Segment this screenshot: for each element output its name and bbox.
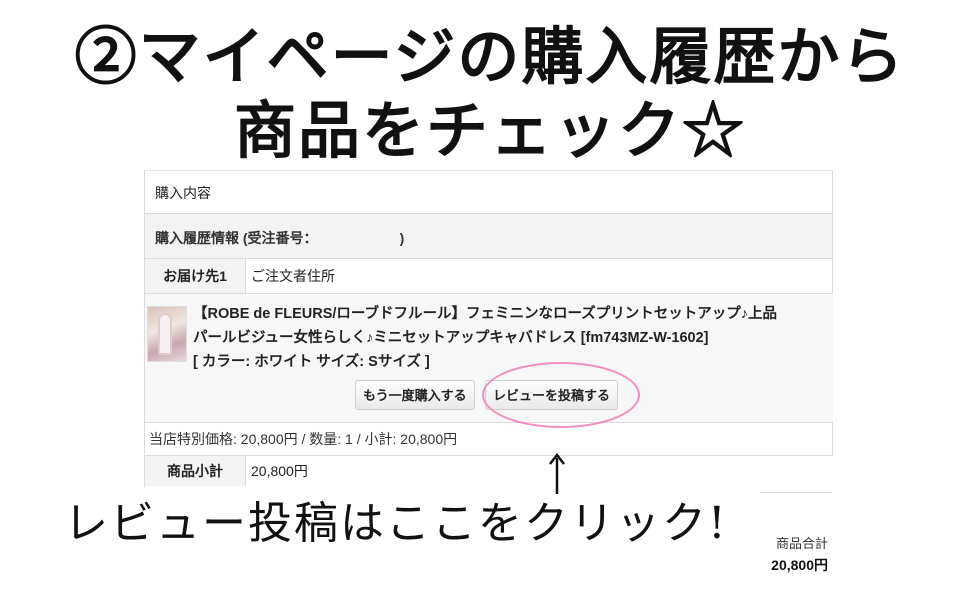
product-options: [ カラー: ホワイト サイズ: Sサイズ ] [193,354,430,370]
subtotal-label: 商品小計 [145,456,246,486]
headline-line-2: 商品をチェック☆ [233,94,746,167]
rebuy-button[interactable]: もう一度購入する [355,380,475,410]
product-description: 【ROBE de FLEURS/ローブドフルール】フェミニンなローズプリントセッ… [193,302,777,374]
subtotal-row: 商品小計 20,800円 [145,456,833,488]
total-label: 商品合計 [775,536,828,551]
arrow-up-icon [549,452,565,494]
review-callout-text: レビュー投稿はここをクリック! [64,498,728,549]
product-row: 【ROBE de FLEURS/ローブドフルール】フェミニンなローズプリントセッ… [145,294,833,422]
order-details-panel: 購入内容 購入履歴情報 (受注番号：) お届け先1 ご注文者住所 【ROBE d… [144,170,833,488]
total-value: 20,800円 [771,557,828,573]
post-review-button[interactable]: レビューを投稿する [485,380,619,410]
order-history-label: 購入履歴情報 (受注番号： [155,230,318,246]
total-box: 商品合計 20,800円 [760,492,832,579]
order-history-close: ) [399,230,405,246]
product-name-line-1[interactable]: 【ROBE de FLEURS/ローブドフルール】フェミニンなローズプリントセッ… [193,302,777,326]
product-thumbnail[interactable] [147,306,187,362]
destination-value: ご注文者住所 [251,268,335,284]
destination-label: お届け先1 [145,259,246,293]
headline-line-1: ②マイページの購入履歴から [74,20,906,93]
product-name-line-2[interactable]: パールビジュー女性らしく♪ミニセットアップキャバドレス [fm743MZ-W-1… [193,326,777,350]
subtotal-value: 20,800円 [251,463,308,479]
section-title: 購入内容 [145,170,833,214]
order-history-info: 購入履歴情報 (受注番号：) [145,214,833,258]
price-line: 当店特別価格: 20,800円 / 数量: 1 / 小計: 20,800円 [145,422,833,456]
destination-row: お届け先1 ご注文者住所 [145,258,833,294]
